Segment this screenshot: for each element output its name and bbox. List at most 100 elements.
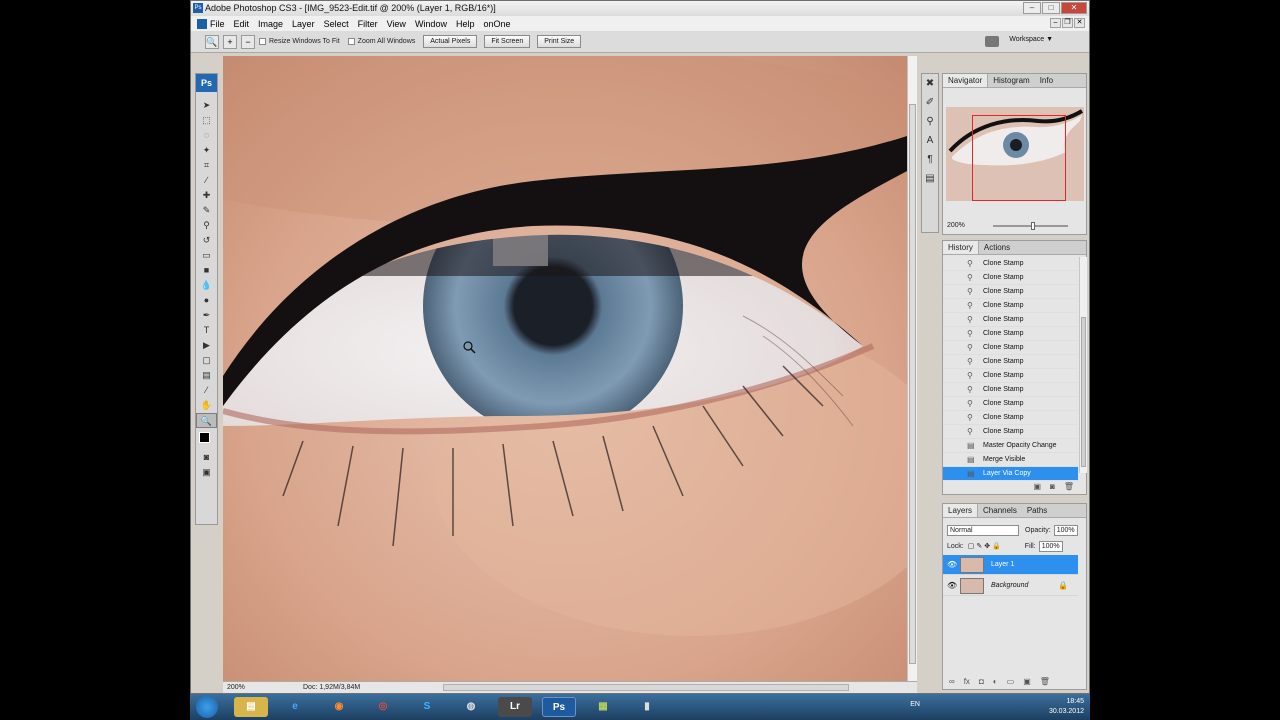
zoom-tool-icon[interactable]: 🔍 [205,34,219,49]
history-scrollbar[interactable] [1079,257,1087,473]
pen-tool-icon[interactable]: ✒ [196,308,217,323]
zoom-in-icon[interactable]: + [223,34,237,49]
zoom-all-windows-checkbox[interactable]: Zoom All Windows [347,38,415,45]
menu-edit[interactable]: Edit [234,19,250,29]
minimize-button[interactable]: – [1023,2,1041,14]
shape-tool-icon[interactable]: ▢ [196,353,217,368]
blend-mode-select[interactable]: Normal [947,524,1019,536]
brush-tool-icon[interactable]: ✎ [196,203,217,218]
status-zoom[interactable]: 200% [227,682,245,693]
layer-row-layer-1[interactable]: 👁 Layer 1 [943,555,1078,575]
fill-input[interactable]: 100% [1038,540,1063,552]
history-item[interactable]: ▤ Master Opacity Change [943,439,1078,453]
tool-icon[interactable]: ▮ [630,697,664,717]
tab-actions[interactable]: Actions [979,241,1015,254]
document-canvas[interactable] [223,56,907,681]
history-item[interactable]: ⚲ Clone Stamp [943,299,1078,313]
screen-mode-icon[interactable]: ▣ [196,465,217,480]
history-item[interactable]: ▤ Merge Visible [943,453,1078,467]
navigator-thumbnail[interactable] [946,107,1084,201]
clone-stamp-tool-icon[interactable]: ⚲ [196,218,217,233]
link-layers-icon[interactable]: ∞ [949,677,955,686]
history-item[interactable]: ⚲ Clone Stamp [943,411,1078,425]
trash-icon[interactable]: 🗑 [1040,677,1050,686]
move-tool-icon[interactable]: ➤ [196,98,217,113]
navigator-zoom-slider[interactable] [993,222,1068,230]
checkbox-box[interactable] [347,38,355,45]
layer-row-background[interactable]: 👁 Background 🔒 [943,576,1078,596]
eye-icon[interactable]: 👁 [947,555,957,575]
menu-image[interactable]: Image [258,19,283,29]
navigator-view-box[interactable] [972,115,1066,201]
path-selection-tool-icon[interactable]: ▶ [196,338,217,353]
history-item-selected[interactable]: ▤ Layer Via Copy [943,467,1078,481]
tab-channels[interactable]: Channels [978,504,1022,517]
opacity-input[interactable]: 100% [1053,524,1078,536]
folder-icon[interactable]: ▦ [586,697,620,717]
eraser-tool-icon[interactable]: ▭ [196,248,217,263]
layer-mask-icon[interactable]: ◘ [979,677,984,686]
history-item[interactable]: ⚲ Clone Stamp [943,425,1078,439]
magic-wand-tool-icon[interactable]: ✦ [196,143,217,158]
foreground-color-swatch[interactable] [199,432,210,443]
eyedropper-tool-icon[interactable]: ⁄ [196,383,217,398]
menu-layer[interactable]: Layer [292,19,315,29]
tab-histogram[interactable]: Histogram [988,74,1034,87]
new-group-icon[interactable]: ▭ [1007,677,1015,686]
tool-presets-icon[interactable]: ✖ [922,74,938,93]
doc-minimize-button[interactable]: – [1050,18,1061,28]
menu-select[interactable]: Select [324,19,349,29]
slider-handle[interactable] [1031,222,1035,230]
doc-close-button[interactable]: ✕ [1074,18,1085,28]
dodge-tool-icon[interactable]: ● [196,293,217,308]
doc-restore-button[interactable]: ❐ [1062,18,1073,28]
zoom-tool-icon[interactable]: 🔍 [196,413,217,428]
quick-mask-icon[interactable]: ◙ [196,450,217,465]
tab-info[interactable]: Info [1035,74,1058,87]
history-item[interactable]: ⚲ Clone Stamp [943,355,1078,369]
start-button[interactable] [196,696,218,718]
menu-view[interactable]: View [387,19,406,29]
crop-tool-icon[interactable]: ⌗ [196,158,217,173]
character-icon[interactable]: A [922,131,938,150]
healing-brush-tool-icon[interactable]: ✚ [196,188,217,203]
gradient-tool-icon[interactable]: ■ [196,263,217,278]
menu-file[interactable]: File [210,19,225,29]
menu-window[interactable]: Window [415,19,447,29]
resize-windows-checkbox[interactable]: Resize Windows To Fit [259,38,340,45]
history-item[interactable]: ⚲ Clone Stamp [943,383,1078,397]
internet-explorer-icon[interactable]: e [278,697,312,717]
menu-onone[interactable]: onOne [483,19,510,29]
horizontal-scrollbar[interactable] [443,684,849,691]
tab-history[interactable]: History [943,241,979,254]
print-size-button[interactable]: Print Size [537,35,582,48]
firefox-icon[interactable]: ◉ [322,697,356,717]
history-item[interactable]: ⚲ Clone Stamp [943,369,1078,383]
history-brush-tool-icon[interactable]: ↺ [196,233,217,248]
layer-style-icon[interactable]: fx [964,677,970,686]
app-icon[interactable]: ◍ [454,697,488,717]
close-button[interactable]: ✕ [1061,2,1087,14]
scrollbar-thumb[interactable] [909,104,916,664]
slice-tool-icon[interactable]: ∕ [196,173,217,188]
photoshop-taskbar-icon[interactable]: Ps [542,697,576,717]
notes-tool-icon[interactable]: ▤ [196,368,217,383]
fit-screen-button[interactable]: Fit Screen [484,35,531,48]
marquee-tool-icon[interactable]: ⬚ [196,113,217,128]
checkbox-box[interactable] [259,38,266,45]
tab-paths[interactable]: Paths [1022,504,1052,517]
chrome-icon[interactable]: ◎ [366,697,400,717]
history-item[interactable]: ⚲ Clone Stamp [943,257,1078,271]
scrollbar-thumb[interactable] [1081,317,1086,467]
zoom-out-icon[interactable]: − [241,34,255,49]
menu-filter[interactable]: Filter [358,19,378,29]
clock[interactable]: 18:45 30.03.2012 [1049,697,1084,717]
adjustment-layer-icon[interactable]: ◐ [993,677,998,686]
new-snapshot-icon[interactable]: ◙ [1050,482,1055,491]
tab-navigator[interactable]: Navigator [943,74,989,87]
layer-comps-icon[interactable]: ▤ [922,169,938,188]
trash-icon[interactable]: 🗑 [1064,482,1074,491]
new-document-from-state-icon[interactable]: ▣ [1033,482,1041,491]
lightroom-icon[interactable]: Lr [498,697,532,717]
color-swatches[interactable] [196,428,217,450]
